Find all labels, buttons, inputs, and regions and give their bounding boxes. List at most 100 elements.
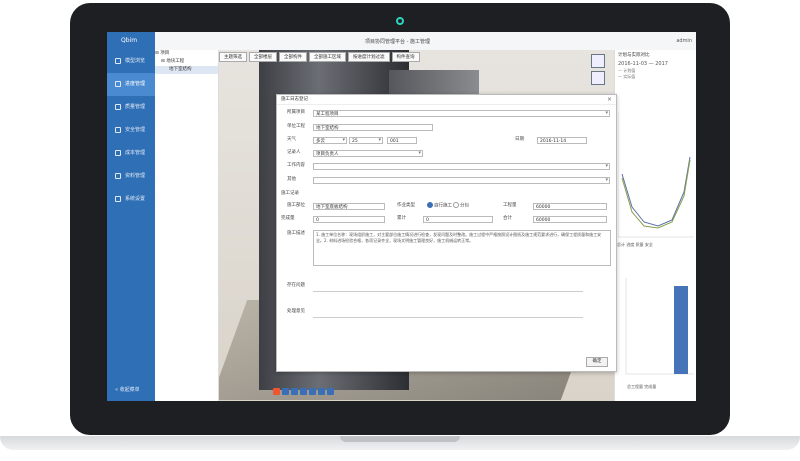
tab-progress[interactable]: 进度 [626,242,634,247]
remark-label: 其他 [287,177,296,182]
sidebar-item-docs[interactable]: 资料管理 [107,165,155,188]
component-query-button[interactable]: 构件查询 [391,52,420,62]
dialog-title-text: 施工日志登记 [281,97,308,102]
check-icon [115,103,121,110]
sidebar-item-label: 系统设置 [125,196,146,202]
weather-select[interactable]: 多云 [313,137,347,144]
problem-label: 存在问题 [287,283,305,288]
measure-icon[interactable] [318,388,325,395]
tab-safety[interactable]: 安全 [645,242,653,247]
unit-label: 单位工程 [287,124,305,129]
work-select[interactable] [313,163,610,170]
date-label: 日期 [515,137,524,142]
qty3-field[interactable]: 60000 [533,216,607,223]
shield-icon [115,126,121,133]
tree-item-selected[interactable]: 地下室结构 [155,66,218,74]
temperature-field[interactable]: 001 [387,137,417,144]
filter-theme-button[interactable]: 主题筛选 [219,52,247,62]
plan-line [621,156,691,227]
viewer-bottom-toolbar [273,388,334,396]
sidebar-item-settings[interactable]: 系统设置 [107,188,155,211]
view-toolbar: 主题筛选 全部楼层 全部构件 全部施工区域 按进度计划过滤 构件查询 [219,52,420,62]
date-field[interactable]: 2016-11-14 [537,137,587,144]
qty-field[interactable]: 0 [313,216,385,223]
radio-self-dot [427,202,433,208]
fullscreen-icon[interactable] [327,388,334,395]
project-label: 所属项目 [287,110,305,115]
user-name[interactable]: admin [676,38,692,44]
laptop-notch [340,436,460,442]
sidebar-item-safety[interactable]: 安全管理 [107,119,155,142]
pan-icon[interactable] [291,388,298,395]
qty2-label: 累计 [397,216,406,221]
temperature-select[interactable]: 25 [349,137,383,144]
sidebar-item-label: 资料管理 [125,173,146,179]
sidebar-item-progress[interactable]: 进度管理 [107,73,155,96]
quantity-bar-chart [625,278,694,375]
document-icon [115,172,121,179]
legend-actual: — 实际值 [618,74,636,79]
view-cube-icon[interactable] [591,54,605,68]
sidebar-item-cost[interactable]: 成本管理 [107,142,155,165]
legend-done: 完成量 [644,384,657,389]
handle-label: 处理意见 [287,309,305,314]
tree-root[interactable]: ⊟ 项目 [155,50,218,58]
floor-select[interactable]: 全部楼层 [249,52,277,62]
radio-self[interactable]: 自行施工 [427,202,452,211]
sidebar-item-quality[interactable]: 质量管理 [107,96,155,119]
coin-icon [115,149,121,156]
qty3-label: 合计 [503,216,512,221]
orbit-icon[interactable] [282,388,289,395]
progress-line-chart [618,112,694,238]
sidebar-item-label: 安全管理 [125,127,146,133]
work-label: 工作内容 [287,163,305,168]
part-field[interactable]: 地下室底板结构 [313,203,385,210]
radio-sub-label: 分包 [460,203,469,209]
remark-select[interactable] [313,177,610,184]
sidebar-item-model[interactable]: 模型浏览 [107,50,155,73]
app-screen: Qbim 模型浏览 进度管理 质量管理 安全管理 成本管理 资料管理 系统设置 … [107,32,696,401]
sidebar: Qbim 模型浏览 进度管理 质量管理 安全管理 成本管理 资料管理 系统设置 … [107,32,155,401]
person-select[interactable]: 项目负责人 [313,150,423,157]
sidebar-item-label: 模型浏览 [125,58,146,64]
tab-total[interactable]: 总计 [617,242,625,247]
type-label: 作业类型 [397,203,415,208]
actual-line [621,159,691,229]
handle-input[interactable] [313,317,583,318]
legend-actual-label: 实际值 [623,74,636,79]
qty2-field[interactable]: 0 [423,216,493,223]
zoom-icon[interactable] [300,388,307,395]
area-select[interactable]: 全部施工区域 [309,52,346,62]
sidebar-item-label: 成本管理 [125,150,146,156]
amount-field[interactable]: 60000 [533,203,607,210]
unit-field[interactable]: 地下室结构 [313,124,433,131]
person-label: 记录人 [287,150,301,155]
panel-header: 计划与实际对比 [618,53,650,58]
plan-filter-button[interactable]: 按进度计划过滤 [348,52,390,62]
close-icon[interactable]: × [607,95,612,104]
tree-child[interactable]: ⊟ 地块工程 [155,58,218,66]
tab-quality[interactable]: 质量 [636,242,644,247]
project-select[interactable]: 某工程项目 [313,110,610,117]
section-icon[interactable] [309,388,316,395]
radio-sub[interactable]: 分包 [453,202,469,211]
home-view-icon[interactable] [591,71,605,85]
sidebar-item-label: 质量管理 [125,104,146,110]
legend-plan-label: 计划值 [623,68,636,73]
tree-selected-label: 地下室结构 [169,67,192,72]
view-cube[interactable] [591,54,605,85]
component-select[interactable]: 全部构件 [279,52,307,62]
amount-label: 工程量 [503,203,517,208]
collapse-menu-button[interactable]: « 收起菜单 [115,386,140,393]
chart2-legend: 总工程量 完成量 [627,384,656,390]
construction-log-dialog: 施工日志登记 × 所属项目 某工程项目 单位工程 地下室结构 天气 多云 25 … [276,94,617,372]
date-end: 2017 [655,61,668,67]
problem-input[interactable] [313,291,583,292]
calendar-icon [115,80,121,87]
weather-label: 天气 [287,137,296,142]
quantity-bar [674,286,688,374]
description-textarea[interactable]: 1. 施工单位名称：现场组织施工，对主要部位施工情况进行检查，发现问题及时整改。… [313,230,611,266]
project-tree: ⊟ 项目 ⊟ 地块工程 地下室结构 [155,50,219,401]
app-tray-icon[interactable] [273,388,280,395]
confirm-button[interactable]: 确定 [586,357,608,367]
